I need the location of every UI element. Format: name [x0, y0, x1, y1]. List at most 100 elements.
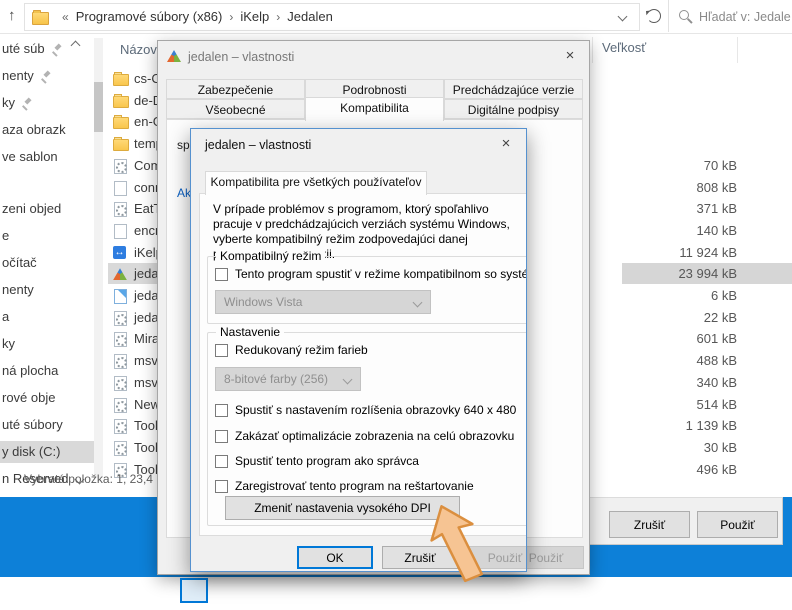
sidebar-item[interactable]: ve sablon	[0, 146, 94, 168]
file-size: 488 kB	[622, 350, 792, 371]
breadcrumb[interactable]: «Programové súbory (x86)›iKelp›Jedalen	[55, 5, 333, 29]
up-arrow-icon[interactable]: ↑	[8, 3, 16, 29]
sidebar-item[interactable]: uté súb	[0, 38, 94, 60]
reduced-color-checkbox[interactable]	[215, 344, 228, 357]
search-box[interactable]	[668, 0, 792, 32]
run-as-admin-checkbox[interactable]	[215, 455, 228, 468]
file-size: 70 kB	[622, 155, 792, 176]
breadcrumb-segment[interactable]: iKelp	[240, 9, 269, 24]
clipped-text-fragment: sp	[177, 138, 190, 152]
gear-icon	[114, 202, 127, 217]
file-size: 140 kB	[622, 220, 792, 241]
chevron-down-icon[interactable]	[618, 12, 628, 22]
sidebar-item-label: rové obje	[2, 390, 55, 405]
gear-icon	[114, 376, 127, 391]
breadcrumb-prefix: «	[55, 10, 76, 24]
tab-compatibility-all-users[interactable]: Kompatibilita pre všetkých používateľov	[205, 171, 427, 195]
breadcrumb-separator: ›	[269, 10, 287, 24]
compat-mode-checkbox[interactable]	[215, 268, 228, 281]
sidebar-item[interactable]: ná plocha	[0, 360, 94, 382]
tab-v-eobecn-[interactable]: Všeobecné	[166, 99, 305, 119]
ok-button[interactable]: OK	[297, 546, 373, 569]
sidebar-item[interactable]: nenty	[0, 65, 94, 87]
file-size: 601 kB	[622, 328, 792, 349]
color-depth-dropdown: 8-bitové farby (256)	[215, 367, 361, 391]
close-icon[interactable]: ×	[559, 46, 581, 66]
gear-icon	[114, 441, 127, 456]
sidebar-item[interactable]: a	[0, 306, 94, 328]
sidebar-item-label: nenty	[2, 282, 34, 297]
column-separator	[737, 37, 738, 63]
resolution-checkbox[interactable]	[215, 404, 228, 417]
address-bar[interactable]: «Programové súbory (x86)›iKelp›Jedalen	[24, 3, 640, 31]
sidebar-item[interactable]: nenty	[0, 279, 94, 301]
navigation-pane: uté súb nenty ky aza obrazk ve sablon zeni ob…	[0, 36, 106, 476]
breadcrumb-segment[interactable]: Programové súbory (x86)	[76, 9, 223, 24]
sidebar-scrollbar-thumb[interactable]	[94, 82, 103, 132]
sidebar-item[interactable]: ky	[0, 92, 94, 114]
gear-icon	[114, 398, 127, 413]
group-legend: Kompatibilný režim	[216, 249, 325, 263]
group-legend: Nastavenie	[216, 325, 284, 339]
compat-mode-dropdown: Windows Vista	[215, 290, 431, 314]
sidebar-item[interactable]: ky	[0, 333, 94, 355]
app-color-icon	[113, 268, 127, 280]
gear-icon	[114, 159, 127, 174]
sidebar-item[interactable]: uté súbory	[0, 414, 94, 436]
column-header-size[interactable]: Veľkosť	[602, 40, 646, 55]
sidebar-item-label: e	[2, 228, 9, 243]
pin-icon	[22, 98, 32, 108]
settings-group: Nastavenie Redukovaný režim farieb 8-bit…	[207, 332, 527, 526]
tab-digit-lne-podpisy[interactable]: Digitálne podpisy	[444, 99, 583, 119]
tab-podrobnosti[interactable]: Podrobnosti	[305, 79, 444, 99]
column-header-name[interactable]: Názov	[120, 42, 157, 57]
file-size: 514 kB	[622, 394, 792, 415]
refresh-icon[interactable]	[647, 9, 661, 23]
breadcrumb-segment[interactable]: Jedalen	[287, 9, 333, 24]
status-bar-text: Vybratá položka: 1, 23,4 M	[24, 472, 166, 486]
app-icon	[167, 50, 181, 62]
compat-mode-group: Kompatibilný režim Tento program spustiť…	[207, 256, 527, 324]
sidebar-item-label: ky	[2, 95, 15, 110]
resolution-row: Spustiť s nastavením rozlíšenia obrazovk…	[215, 403, 516, 417]
gear-icon	[114, 419, 127, 434]
sidebar-item[interactable]: rové obje	[0, 387, 94, 409]
register-restart-checkbox[interactable]	[215, 480, 228, 493]
apply-button[interactable]: Použiť	[697, 511, 778, 538]
explorer-toolbar: ↑ «Programové súbory (x86)›iKelp›Jedalen	[0, 0, 792, 34]
tab-zabezpe-enie[interactable]: Zabezpečenie	[166, 79, 305, 99]
file-size: 11 924 kB	[622, 242, 792, 263]
search-input[interactable]	[697, 5, 792, 29]
sidebar-item[interactable]: y disk (C:)	[0, 441, 94, 463]
sidebar-item-label: y disk (C:)	[2, 444, 61, 459]
sidebar-item[interactable]: aza obrazk	[0, 119, 94, 141]
folder-icon	[113, 139, 129, 151]
clipped-link-fragment[interactable]: Ak	[177, 186, 191, 200]
sidebar-item[interactable]: zeni objed	[0, 198, 94, 220]
app-blue-icon: ↔	[113, 246, 126, 259]
compat-mode-value: Windows Vista	[224, 295, 302, 309]
gear-icon	[114, 332, 127, 347]
sidebar-item-label: ky	[2, 336, 15, 351]
close-icon[interactable]: ×	[495, 134, 517, 154]
fullscreen-checkbox[interactable]	[215, 430, 228, 443]
change-all-users-button-fragment[interactable]	[180, 578, 208, 603]
file-size: 496 kB	[622, 459, 792, 480]
dialog-titlebar[interactable]: jedalen – vlastnosti ×	[191, 129, 526, 160]
color-depth-value: 8-bitové farby (256)	[224, 372, 328, 386]
file-size: 6 kB	[622, 285, 792, 306]
pin-icon	[41, 71, 51, 81]
cancel-button[interactable]: Zrušiť	[609, 511, 690, 538]
sidebar-item[interactable]: očítač	[0, 252, 94, 274]
sidebar-item[interactable]: e	[0, 225, 94, 247]
resolution-label: Spustiť s nastavením rozlíšenia obrazovk…	[235, 403, 516, 417]
reduced-color-label: Redukovaný režim farieb	[235, 343, 368, 357]
dialog-titlebar[interactable]: jedalen – vlastnosti ×	[158, 41, 589, 72]
tab-kompatibilita[interactable]: Kompatibilita	[305, 97, 444, 121]
dialog-title: jedalen – vlastnosti	[205, 138, 311, 152]
folder-icon	[32, 12, 49, 25]
run-as-admin-row: Spustiť tento program ako správca	[215, 454, 419, 468]
tab-predch-dzaj-ce-verzie[interactable]: Predchádzajúce verzie	[444, 79, 583, 99]
sidebar-item-label: a	[2, 309, 9, 324]
sidebar-item-label: zeni objed	[2, 201, 61, 216]
